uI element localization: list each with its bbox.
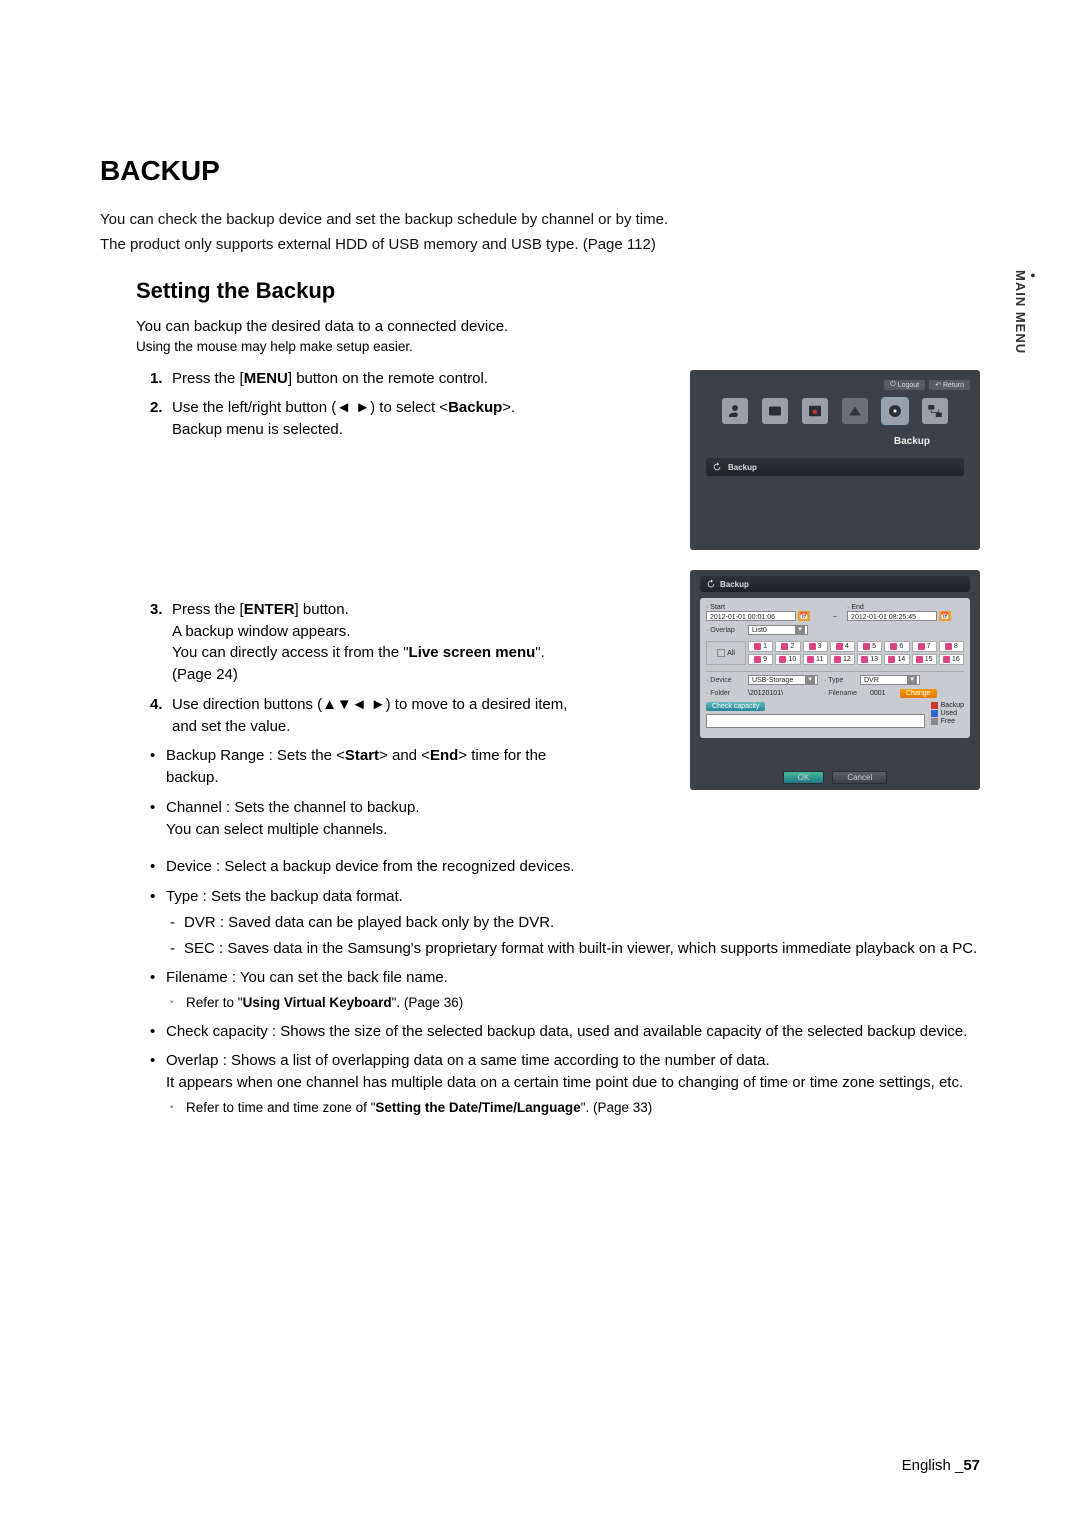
menu-icon-record[interactable] (802, 398, 828, 424)
step-3: 3. Press the [ENTER] button. A backup wi… (150, 599, 586, 686)
logout-icon: ⏻ (890, 381, 896, 389)
filename-value: 0001 (870, 690, 894, 697)
folder-label: · Folder (706, 690, 742, 697)
calendar-icon[interactable]: 📅 (798, 611, 810, 621)
return-icon: ↶ (935, 381, 941, 389)
ch-2[interactable]: 2 (775, 641, 800, 652)
overlap-note: Refer to time and time zone of "Setting … (166, 1098, 980, 1118)
filename-note: Refer to "Using Virtual Keyboard". (Page… (166, 993, 980, 1013)
step-2: 2. Use the left/right button (◄ ►) to se… (150, 397, 586, 441)
ch-12[interactable]: 12 (830, 654, 855, 665)
overlap-select[interactable]: List0 (748, 625, 808, 635)
ch-11[interactable]: 11 (803, 654, 828, 665)
screenshot-backup-dialog: Backup · Start 2012-01-01 00:01:06 📅 ~ ·… (690, 570, 980, 790)
capacity-display (706, 714, 925, 728)
calendar-rec-icon (806, 402, 824, 420)
hdd-icon (766, 402, 784, 420)
person-gear-icon (726, 402, 744, 420)
ch-10[interactable]: 10 (775, 654, 800, 665)
bullet-device: Device : Select a backup device from the… (150, 856, 980, 878)
step-4: 4. Use direction buttons (▲▼◄ ►) to move… (150, 694, 586, 738)
type-select[interactable]: DVR (860, 675, 920, 685)
bullet-filename: Filename : You can set the back file nam… (150, 967, 980, 1012)
device-select[interactable]: USB-Storage (748, 675, 818, 685)
backup-desc: You can backup the desired data to a con… (136, 318, 980, 335)
ch-1[interactable]: 1 (748, 641, 773, 652)
side-tab: MAIN MENU (1013, 270, 1038, 354)
main-heading: BACKUP (100, 155, 980, 187)
ch-7[interactable]: 7 (912, 641, 937, 652)
type-label: · Type (824, 677, 854, 684)
step-1: 1. Press the [MENU] button on the remote… (150, 368, 586, 390)
capacity-legend: Backup Used Free (931, 702, 964, 725)
event-icon (846, 402, 864, 420)
start-field[interactable]: 2012-01-01 00:01:06 (706, 611, 796, 621)
ch-8[interactable]: 8 (939, 641, 964, 652)
menu-icon-backup[interactable] (882, 398, 908, 424)
folder-value: \20120101\ (748, 690, 818, 697)
overlap-label: · Overlap (706, 627, 742, 634)
filename-label: · Filename (824, 690, 864, 697)
bullet-range: Backup Range : Sets the <Start> and <End… (150, 745, 586, 789)
channel-grid: All 1 2 3 4 5 6 7 8 9 10 11 12 13 14 15 … (706, 641, 964, 665)
calendar-icon[interactable]: 📅 (939, 611, 951, 621)
intro-line-1: You can check the backup device and set … (100, 209, 980, 231)
mouse-hint: Using the mouse may help make setup easi… (136, 339, 980, 354)
intro-line-2: The product only supports external HDD o… (100, 234, 980, 256)
ch-13[interactable]: 13 (857, 654, 882, 665)
page-footer: English _57 (902, 1457, 980, 1474)
device-label: · Device (706, 677, 742, 684)
change-button[interactable]: Change (900, 689, 937, 698)
type-dvr: DVR : Saved data can be played back only… (166, 912, 980, 934)
ch-9[interactable]: 9 (748, 654, 773, 665)
dialog-title: Backup (700, 576, 970, 592)
type-sec: SEC : Saves data in the Samsung's propri… (166, 938, 980, 960)
cancel-button[interactable]: Cancel (832, 771, 887, 784)
ch-15[interactable]: 15 (912, 654, 937, 665)
ch-6[interactable]: 6 (884, 641, 909, 652)
check-capacity-button[interactable]: Check capacity (706, 702, 765, 711)
bullet-channel: Channel : Sets the channel to backup. Yo… (150, 797, 586, 841)
channel-all-checkbox[interactable]: All (706, 641, 746, 665)
backup-label: Backup (690, 436, 980, 447)
bullet-capacity: Check capacity : Shows the size of the s… (150, 1021, 980, 1043)
backup-menu-item[interactable]: Backup (706, 458, 964, 476)
ch-14[interactable]: 14 (884, 654, 909, 665)
menu-icon-device[interactable] (762, 398, 788, 424)
menu-icon-network[interactable] (922, 398, 948, 424)
ch-5[interactable]: 5 (857, 641, 882, 652)
network-icon (926, 402, 944, 420)
menu-icon-event[interactable] (842, 398, 868, 424)
screenshot-menu: ⏻Logout ↶Return Backup Backup (690, 370, 980, 550)
end-label: · End (847, 604, 964, 611)
return-button[interactable]: ↶Return (929, 380, 970, 390)
end-field[interactable]: 2012-01-01 08:25:45 (847, 611, 937, 621)
disc-icon (886, 402, 904, 420)
ok-button[interactable]: OK (783, 771, 825, 784)
sub-heading: Setting the Backup (136, 278, 980, 304)
logout-button[interactable]: ⏻Logout (884, 380, 925, 390)
bullet-type: Type : Sets the backup data format. DVR … (150, 886, 980, 959)
start-label: · Start (706, 604, 823, 611)
refresh-icon (712, 462, 722, 472)
ch-16[interactable]: 16 (939, 654, 964, 665)
refresh-icon (706, 579, 716, 589)
bullet-overlap: Overlap : Shows a list of overlapping da… (150, 1050, 980, 1117)
ch-4[interactable]: 4 (830, 641, 855, 652)
ch-3[interactable]: 3 (803, 641, 828, 652)
menu-icon-system[interactable] (722, 398, 748, 424)
